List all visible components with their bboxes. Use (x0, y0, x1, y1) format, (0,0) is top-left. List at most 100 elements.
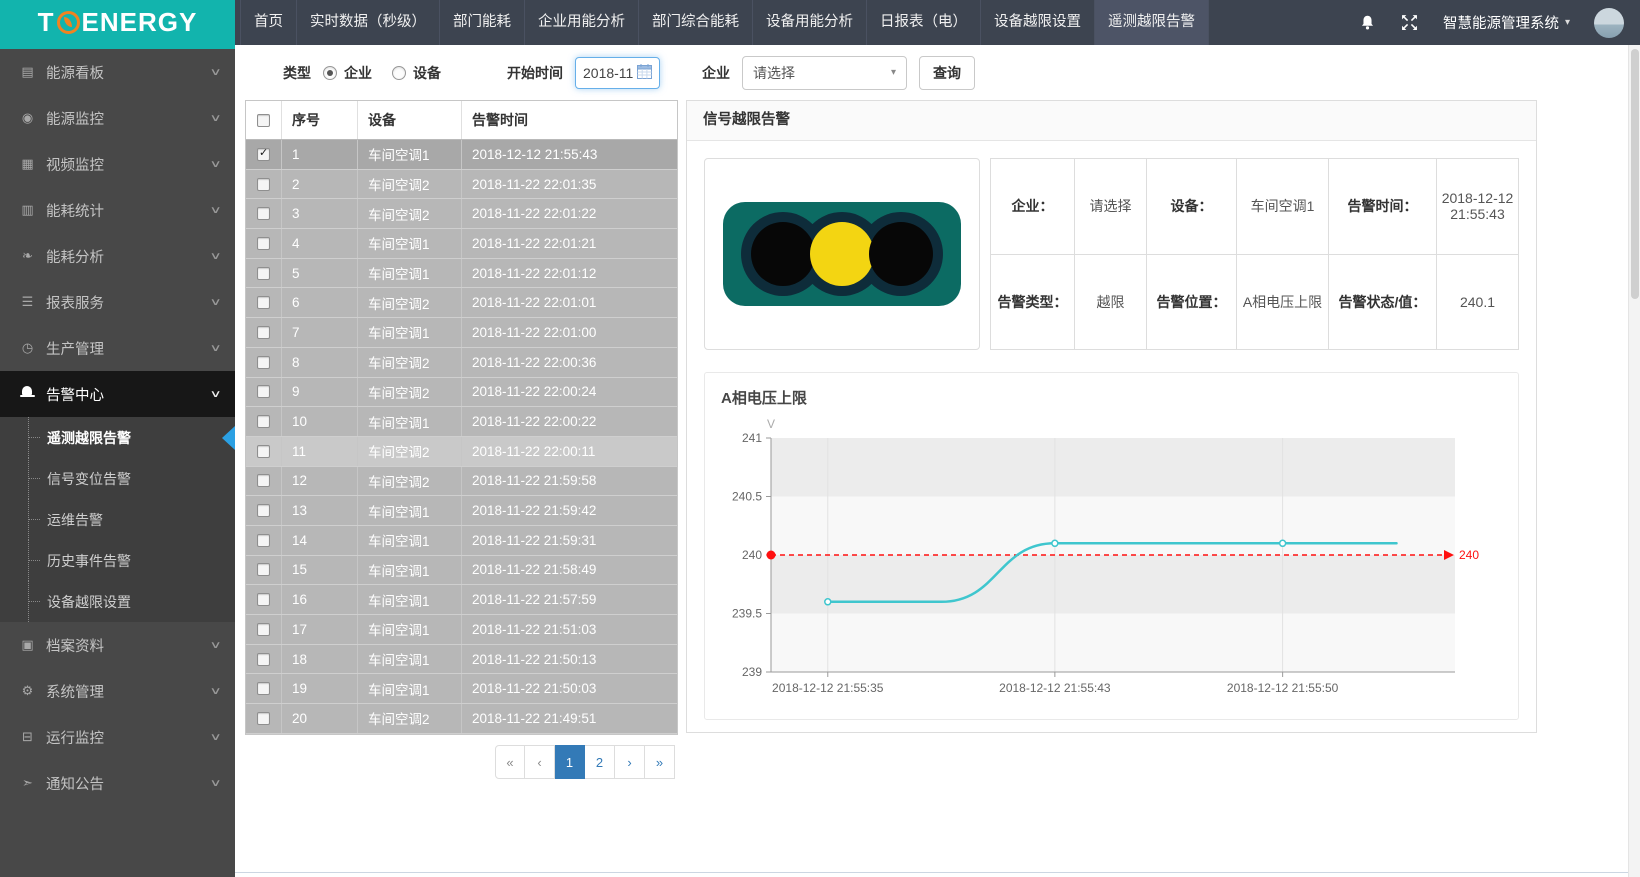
alarm-row[interactable]: 10 车间空调1 2018-11-22 22:00:22 (246, 407, 677, 437)
row-checkbox-cell (246, 140, 282, 169)
type-radio[interactable]: 企业 (323, 63, 372, 83)
row-checkbox[interactable] (257, 148, 270, 161)
row-checkbox[interactable] (257, 445, 270, 458)
alarm-row[interactable]: 6 车间空调2 2018-11-22 22:01:01 (246, 288, 677, 318)
sidebar-item[interactable]: 设备越限设置 ∨ (0, 581, 235, 622)
select-all-checkbox[interactable] (257, 114, 270, 127)
page-button[interactable]: 1 (555, 745, 585, 779)
alarm-row[interactable]: 18 车间空调1 2018-11-22 21:50:13 (246, 645, 677, 675)
sidebar-item[interactable]: 运维告警 ∨ (0, 499, 235, 540)
alarm-row[interactable]: 11 车间空调2 2018-11-22 22:00:11 (246, 437, 677, 467)
alarm-row[interactable]: 4 车间空调1 2018-11-22 22:01:21 (246, 229, 677, 259)
sidebar-item[interactable]: ▦ 视频监控 ∨ (0, 141, 235, 187)
alarm-row[interactable]: 1 车间空调1 2018-12-12 21:55:43 (246, 140, 677, 170)
sidebar-item[interactable]: ▤ 能源看板 ∨ (0, 49, 235, 95)
bell-icon[interactable] (1359, 14, 1377, 32)
row-checkbox-cell (246, 615, 282, 644)
sidebar-item[interactable]: 历史事件告警 ∨ (0, 540, 235, 581)
topbar-right: 智慧能源管理系统 ▾ (1359, 0, 1640, 45)
row-checkbox[interactable] (257, 534, 270, 547)
sidebar-item-label: 历史事件告警 (47, 551, 131, 571)
row-checkbox[interactable] (257, 712, 270, 725)
sidebar-item[interactable]: ⊟ 运行监控 ∨ (0, 714, 235, 760)
sidebar-item[interactable]: ◷ 生产管理 ∨ (0, 325, 235, 371)
row-checkbox[interactable] (257, 593, 270, 606)
row-time: 2018-11-22 22:01:12 (462, 259, 677, 288)
top-nav-item[interactable]: 部门综合能耗 (639, 0, 753, 45)
alarm-row[interactable]: 3 车间空调2 2018-11-22 22:01:22 (246, 199, 677, 229)
sidebar-item[interactable]: ◉ 能源监控 ∨ (0, 95, 235, 141)
row-time: 2018-11-22 22:00:11 (462, 437, 677, 466)
sidebar-item[interactable]: 告警中心 ∨ (0, 371, 235, 417)
top-nav-item[interactable]: 日报表（电） (867, 0, 981, 45)
top-nav-item[interactable]: 实时数据（秒级） (297, 0, 440, 45)
row-no: 13 (282, 496, 358, 525)
row-checkbox[interactable] (257, 653, 270, 666)
row-checkbox[interactable] (257, 296, 270, 309)
window-scrollbar[interactable] (1628, 45, 1640, 877)
alarm-row[interactable]: 12 车间空调2 2018-11-22 21:59:58 (246, 467, 677, 497)
page-button[interactable]: › (615, 745, 645, 779)
traffic-light-card (704, 158, 980, 350)
type-radio[interactable]: 设备 (392, 63, 441, 83)
alarm-row[interactable]: 9 车间空调2 2018-11-22 22:00:24 (246, 378, 677, 408)
row-no: 20 (282, 704, 358, 733)
sidebar-item[interactable]: 信号变位告警 ∨ (0, 458, 235, 499)
sidebar-item[interactable]: ▥ 能耗统计 ∨ (0, 187, 235, 233)
alarm-row[interactable]: 14 车间空调1 2018-11-22 21:59:31 (246, 526, 677, 556)
top-nav-item[interactable]: 遥测越限告警 (1095, 0, 1209, 45)
row-checkbox[interactable] (257, 474, 270, 487)
avatar[interactable] (1594, 8, 1624, 38)
alarm-row[interactable]: 8 车间空调2 2018-11-22 22:00:36 (246, 348, 677, 378)
info-label: 告警状态/值： (1329, 255, 1437, 351)
alarm-row[interactable]: 7 车间空调1 2018-11-22 22:01:00 (246, 318, 677, 348)
sidebar-item[interactable]: ❧ 能耗分析 ∨ (0, 233, 235, 279)
sidebar-item[interactable]: ➣ 通知公告 ∨ (0, 760, 235, 806)
top-nav-item[interactable]: 部门能耗 (440, 0, 525, 45)
alarm-row[interactable]: 2 车间空调2 2018-11-22 22:01:35 (246, 170, 677, 200)
sidebar-item[interactable]: ▣ 档案资料 ∨ (0, 622, 235, 668)
sidebar-item[interactable]: ⚙ 系统管理 ∨ (0, 668, 235, 714)
sidebar-item[interactable]: ☰ 报表服务 ∨ (0, 279, 235, 325)
row-checkbox[interactable] (257, 207, 270, 220)
alarm-row[interactable]: 13 车间空调1 2018-11-22 21:59:42 (246, 496, 677, 526)
page-button[interactable]: 2 (585, 745, 615, 779)
row-checkbox[interactable] (257, 267, 270, 280)
alarm-row[interactable]: 20 车间空调2 2018-11-22 21:49:51 (246, 704, 677, 734)
scrollbar-thumb[interactable] (1631, 49, 1639, 299)
row-checkbox[interactable] (257, 563, 270, 576)
row-checkbox[interactable] (257, 356, 270, 369)
row-checkbox[interactable] (257, 237, 270, 250)
start-date-input[interactable] (583, 65, 637, 81)
row-checkbox[interactable] (257, 326, 270, 339)
alarm-row[interactable]: 17 车间空调1 2018-11-22 21:51:03 (246, 615, 677, 645)
company-select[interactable]: 请选择 ▾ (742, 56, 907, 90)
search-button[interactable]: 查询 (919, 56, 975, 90)
top-nav-item[interactable]: 设备用能分析 (753, 0, 867, 45)
alarm-row[interactable]: 16 车间空调1 2018-11-22 21:57:59 (246, 585, 677, 615)
top-nav-item[interactable]: 设备越限设置 (981, 0, 1095, 45)
fullscreen-icon[interactable] (1401, 14, 1419, 32)
row-checkbox-cell (246, 585, 282, 614)
row-checkbox[interactable] (257, 623, 270, 636)
logo-text-energy: ENERGY (82, 7, 198, 38)
top-nav-item[interactable]: 企业用能分析 (525, 0, 639, 45)
top-nav-item[interactable]: 首页 (240, 0, 297, 45)
row-no: 9 (282, 378, 358, 407)
row-checkbox[interactable] (257, 385, 270, 398)
user-menu[interactable]: 智慧能源管理系统 ▾ (1443, 12, 1570, 33)
row-checkbox[interactable] (257, 504, 270, 517)
row-checkbox[interactable] (257, 178, 270, 191)
alarm-row[interactable]: 19 车间空调1 2018-11-22 21:50:03 (246, 674, 677, 704)
row-checkbox[interactable] (257, 415, 270, 428)
alarm-row[interactable]: 5 车间空调1 2018-11-22 22:01:12 (246, 259, 677, 289)
alarm-row[interactable]: 15 车间空调1 2018-11-22 21:58:49 (246, 556, 677, 586)
info-value: 240.1 (1437, 255, 1519, 351)
calendar-icon[interactable] (637, 64, 652, 82)
page-button[interactable]: » (645, 745, 675, 779)
start-date-picker[interactable] (575, 57, 660, 89)
page-button[interactable]: ‹ (525, 745, 555, 779)
page-button[interactable]: « (495, 745, 525, 779)
sidebar-item[interactable]: 遥测越限告警 ∨ (0, 417, 235, 458)
row-checkbox[interactable] (257, 682, 270, 695)
